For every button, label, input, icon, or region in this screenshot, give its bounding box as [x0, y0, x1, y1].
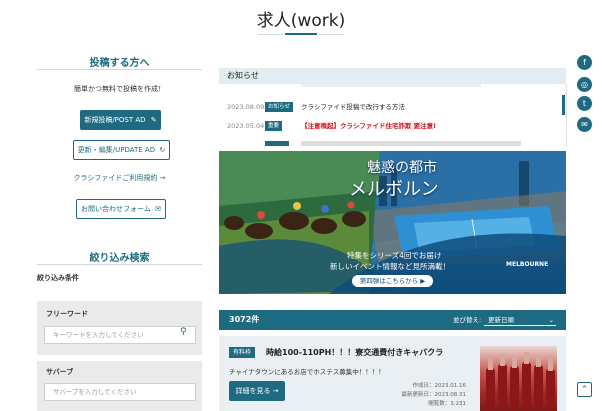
bottles-image [486, 352, 555, 411]
detail-button[interactable]: 詳細を見る → [229, 381, 285, 401]
news-scrollbar[interactable] [562, 95, 565, 115]
new-post-button[interactable]: 新規投稿/POST AD ✎ [80, 110, 161, 130]
melbourne-banner[interactable]: 魅惑の都市 メルボルン 特集をシリーズ4回でお届け 新しいイベント情報など見所満… [219, 151, 566, 294]
title-divider-left [258, 34, 283, 35]
filter-conditions-label: 絞り込み条件 [37, 274, 79, 282]
freeword-input[interactable]: キーワードを入力してください [44, 326, 196, 344]
results-count: 3072件 [229, 315, 260, 324]
new-post-label: 新規投稿/POST AD [84, 116, 146, 124]
sort-value: 更新日順 [488, 316, 514, 324]
mail-icon[interactable]: ✉ [577, 117, 592, 132]
refresh-icon: ↻ [159, 146, 166, 154]
listing-updated: 最新更新日：2023.08.31 [401, 392, 467, 398]
twitter-icon[interactable]: t [577, 96, 592, 111]
news-item[interactable]: 2023.05.04 重要 【注意喚起】クラシファイド住宅詐欺 要注意! [219, 119, 559, 133]
post-intro: 簡単かつ無料で投稿を作成！ [74, 85, 165, 93]
news-date: 2023.08.09 [227, 103, 265, 111]
update-post-button[interactable]: 更新・編集/UPDATE AD ↻ [73, 140, 170, 160]
listing-title[interactable]: 時給100-110PH！！！寮交通費付きキャバクラ [266, 346, 443, 359]
sort-label: 並び替え: [453, 316, 482, 324]
news-header: お知らせ [219, 68, 566, 84]
melbourne-logo: MELBOURNE [506, 261, 549, 268]
news-item-partial-bottom [219, 138, 559, 146]
pencil-icon: ✎ [150, 116, 157, 124]
mail-icon: ✉ [155, 205, 161, 213]
suburb-label: サバーブ [46, 368, 74, 376]
banner-cta-button[interactable]: 第四弾はこちらから ▶ [352, 275, 433, 287]
listing-description: チャイナタウンにあるお店でホステス募集中！！！！ [229, 368, 385, 376]
freeword-placeholder: キーワードを入力してください [53, 331, 144, 339]
filter-heading-rule [37, 264, 202, 265]
banner-sub-line1: 特集をシリーズ4回でお届け [347, 251, 442, 260]
suburb-input[interactable]: サバーブを入力してください [44, 383, 196, 401]
title-underline [285, 33, 317, 35]
paid-badge: 有料枠 [229, 347, 256, 358]
banner-sub-line2: 新しいイベント情報など見所満載！ [330, 262, 450, 271]
news-list: 2023.08.09 お知らせ クラシファイド投稿で改行する方法 2023.05… [219, 84, 567, 146]
listing-created: 作成日：2023.01.16 [412, 383, 467, 389]
contact-form-button[interactable]: お問い合わせフォーム ✉ [76, 199, 166, 219]
post-heading-rule [37, 69, 202, 70]
title-divider-right [319, 34, 344, 35]
news-title: クラシファイド投稿で改行する方法 [301, 103, 405, 111]
post-heading: 投稿する方へ [89, 58, 150, 69]
instagram-icon[interactable]: ◎ [577, 77, 592, 92]
filter-heading: 絞り込み検索 [89, 253, 150, 264]
banner-title-line1: 魅惑の都市 [367, 160, 437, 176]
chevron-up-icon: ⌃ [580, 385, 589, 395]
contact-label: お問い合わせフォーム [81, 205, 151, 213]
chevron-down-icon: ⌄ [548, 316, 554, 324]
terms-link[interactable]: クラシファイドご利用規約 → [37, 173, 202, 183]
news-item[interactable]: 2023.08.09 お知らせ クラシファイド投稿で改行する方法 [219, 100, 559, 114]
news-tag: 重要 [265, 121, 283, 131]
search-icon[interactable]: ⚲ [180, 327, 187, 337]
listing-views: 閲覧数：3,231 [428, 401, 466, 407]
facebook-icon[interactable]: f [577, 55, 592, 70]
suburb-placeholder: サバーブを入力してください [53, 388, 137, 396]
news-date: 2023.05.04 [227, 122, 265, 130]
news-title: 【注意喚起】クラシファイド住宅詐欺 要注意! [301, 122, 437, 130]
back-to-top-button[interactable]: ⌃ [577, 382, 592, 397]
listing-photo[interactable] [480, 346, 557, 411]
page-title: 求人(work) [256, 11, 346, 31]
news-tag: お知らせ [265, 102, 293, 112]
update-label: 更新・編集/UPDATE AD [77, 146, 156, 154]
sort-select[interactable]: 更新日順 ⌄ [484, 314, 556, 326]
freeword-label: フリーワード [46, 310, 88, 318]
banner-title-line2: メルボルン [349, 179, 439, 200]
